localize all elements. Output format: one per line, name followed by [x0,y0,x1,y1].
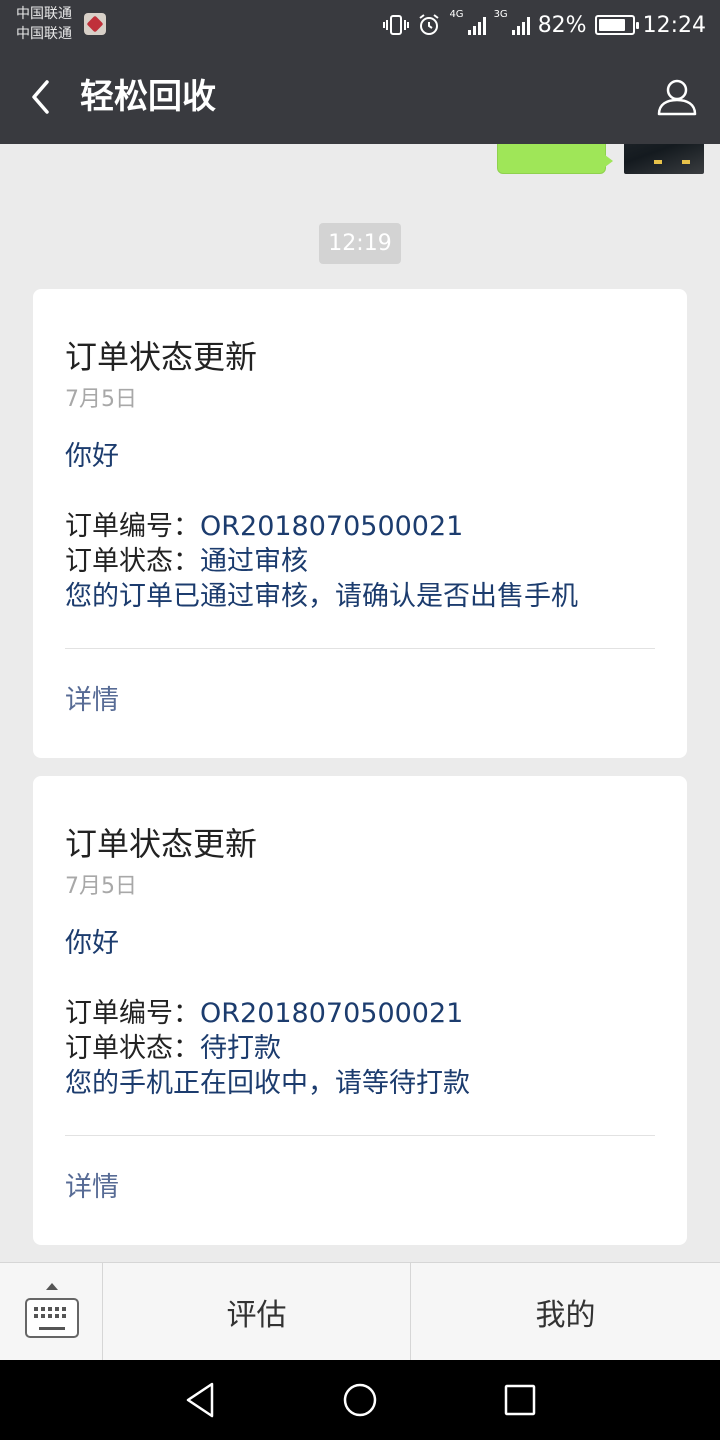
menu-mine-button[interactable]: 我的 [411,1263,720,1361]
card-greeting: 你好 [65,928,119,959]
status-icons: 4G 3G 82% 12:24 [383,10,706,40]
card-date: 7月5日 [65,874,137,899]
message-timestamp: 12:19 [319,223,401,264]
card-title: 订单状态更新 [65,338,258,376]
user-icon [657,79,697,116]
recents-square-icon [504,1384,536,1416]
order-number-row: 订单编号：OR2018070500021 [65,996,463,1032]
home-circle-icon [343,1383,377,1417]
page-title: 轻松回收 [80,77,216,117]
details-link[interactable]: 详情 [65,1170,119,1206]
caret-up-icon [46,1283,58,1290]
order-status-value: 通过审核 [200,546,308,577]
system-recents-button[interactable] [496,1376,544,1424]
system-home-button[interactable] [336,1376,384,1424]
back-triangle-icon [186,1382,214,1418]
chevron-left-icon [32,80,49,114]
battery-percent: 82% [537,12,587,38]
details-link[interactable]: 详情 [65,683,119,719]
menu-evaluate-button[interactable]: 评估 [103,1263,411,1361]
order-status-label: 订单状态： [65,546,200,577]
order-number-label: 订单编号： [65,511,200,542]
previous-sent-message[interactable] [497,144,613,174]
order-number-row: 订单编号：OR2018070500021 [65,509,463,545]
carrier-info: 中国联通 中国联通 [16,4,72,44]
profile-button[interactable] [652,72,702,122]
carrier-app-icon [84,13,106,35]
keyboard-toggle-button[interactable] [0,1263,103,1361]
battery-fill [598,19,625,31]
order-status-label: 订单状态： [65,1033,200,1064]
alarm-icon [419,14,440,35]
system-back-button[interactable] [176,1376,224,1424]
keyboard-icon [25,1298,79,1338]
signal-icon [467,15,486,35]
status-time: 12:24 [642,12,706,38]
carrier-1: 中国联通 [16,6,72,22]
battery-icon [594,15,639,35]
card-date: 7月5日 [65,387,137,412]
system-nav-bar [0,1360,720,1440]
order-status-card[interactable]: 订单状态更新 7月5日 你好 订单编号：OR2018070500021 订单状态… [33,776,687,1245]
chat-area[interactable]: 12:19 订单状态更新 7月5日 你好 订单编号：OR201807050002… [0,144,720,1262]
carrier-2: 中国联通 [16,26,72,42]
avatar[interactable] [624,144,704,174]
card-divider [65,648,655,649]
order-status-row: 订单状态：待打款 [65,1031,281,1067]
network-type-b: 3G [493,9,508,20]
card-message: 您的手机正在回收中，请等待打款 [65,1068,470,1099]
order-number-value: OR2018070500021 [200,511,464,542]
order-status-row: 订单状态：通过审核 [65,544,308,580]
status-bar: 中国联通 中国联通 4G 3G 82% 12:24 [0,0,720,50]
back-button[interactable] [22,72,72,122]
signal-icon-2 [511,15,530,35]
card-title: 订单状态更新 [65,825,258,863]
card-message: 您的订单已通过审核，请确认是否出售手机 [65,581,578,612]
order-status-value: 待打款 [200,1033,281,1064]
vibrate-icon [383,15,410,35]
order-status-card[interactable]: 订单状态更新 7月5日 你好 订单编号：OR2018070500021 订单状态… [33,289,687,758]
network-type-a: 4G [449,9,464,20]
card-greeting: 你好 [65,441,119,472]
nav-bar: 轻松回收 [0,50,720,144]
order-number-label: 订单编号： [65,998,200,1029]
order-number-value: OR2018070500021 [200,998,464,1029]
bottom-menu: 评估 我的 [0,1262,720,1361]
card-divider [65,1135,655,1136]
